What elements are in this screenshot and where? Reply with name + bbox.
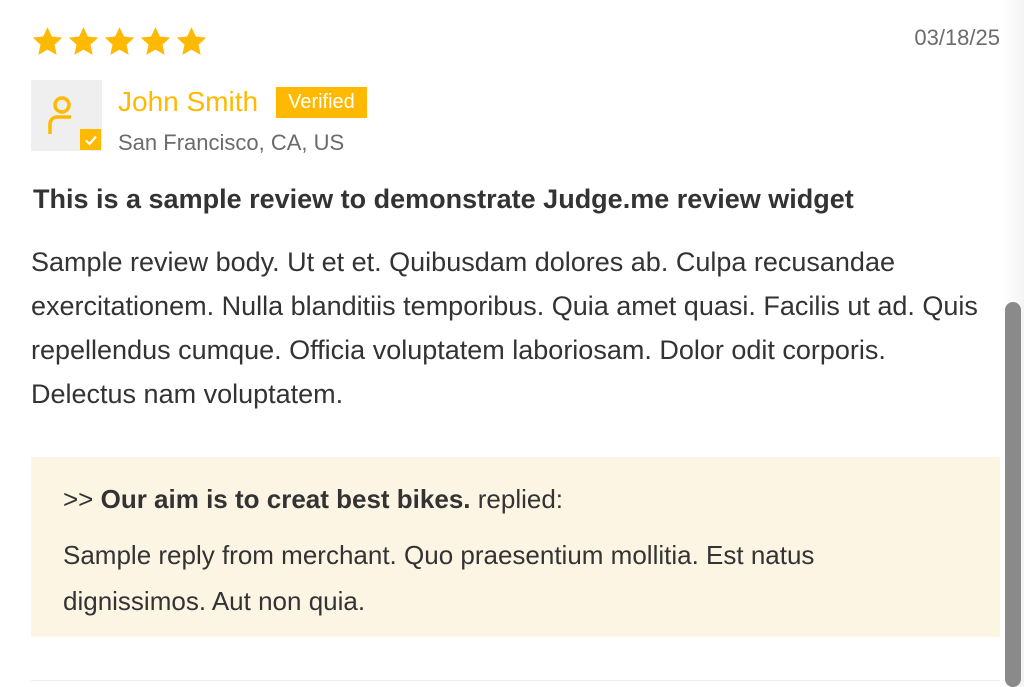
author-name: John Smith — [118, 86, 259, 117]
verified-check-icon — [80, 129, 101, 150]
scrollbar[interactable] — [1002, 0, 1024, 687]
review-widget-page: 03/18/25 John Smith Verified San Francis… — [0, 0, 1024, 687]
review-date: 03/18/25 — [914, 25, 1000, 50]
star-icon — [176, 27, 207, 55]
merchant-name: Our aim is to creat best bikes. — [100, 484, 471, 514]
merchant-reply: >> Our aim is to creat best bikes. repli… — [31, 457, 1000, 637]
reply-header: >> Our aim is to creat best bikes. repli… — [63, 484, 563, 515]
star-icon — [104, 27, 135, 55]
author-info: John Smith Verified San Francisco, CA, U… — [118, 80, 367, 156]
review-body: Sample review body. Ut et et. Quibusdam … — [31, 247, 978, 409]
review-title: This is a sample review to demonstrate J… — [33, 184, 854, 214]
verified-badge: Verified — [276, 86, 367, 118]
review-author: John Smith Verified San Francisco, CA, U… — [31, 80, 367, 156]
avatar — [31, 80, 102, 151]
star-rating — [31, 25, 208, 58]
star-icon — [68, 27, 99, 55]
author-location: San Francisco, CA, US — [118, 130, 345, 155]
reply-prefix: >> — [63, 484, 101, 514]
scrollbar-thumb[interactable] — [1005, 302, 1021, 687]
divider — [31, 680, 1000, 681]
star-icon — [140, 27, 171, 55]
reply-suffix: replied: — [470, 484, 564, 514]
reply-body: Sample reply from merchant. Quo praesent… — [63, 540, 815, 616]
star-icon — [32, 27, 63, 55]
user-icon — [48, 96, 71, 134]
author-name-line: John Smith Verified — [118, 80, 367, 124]
